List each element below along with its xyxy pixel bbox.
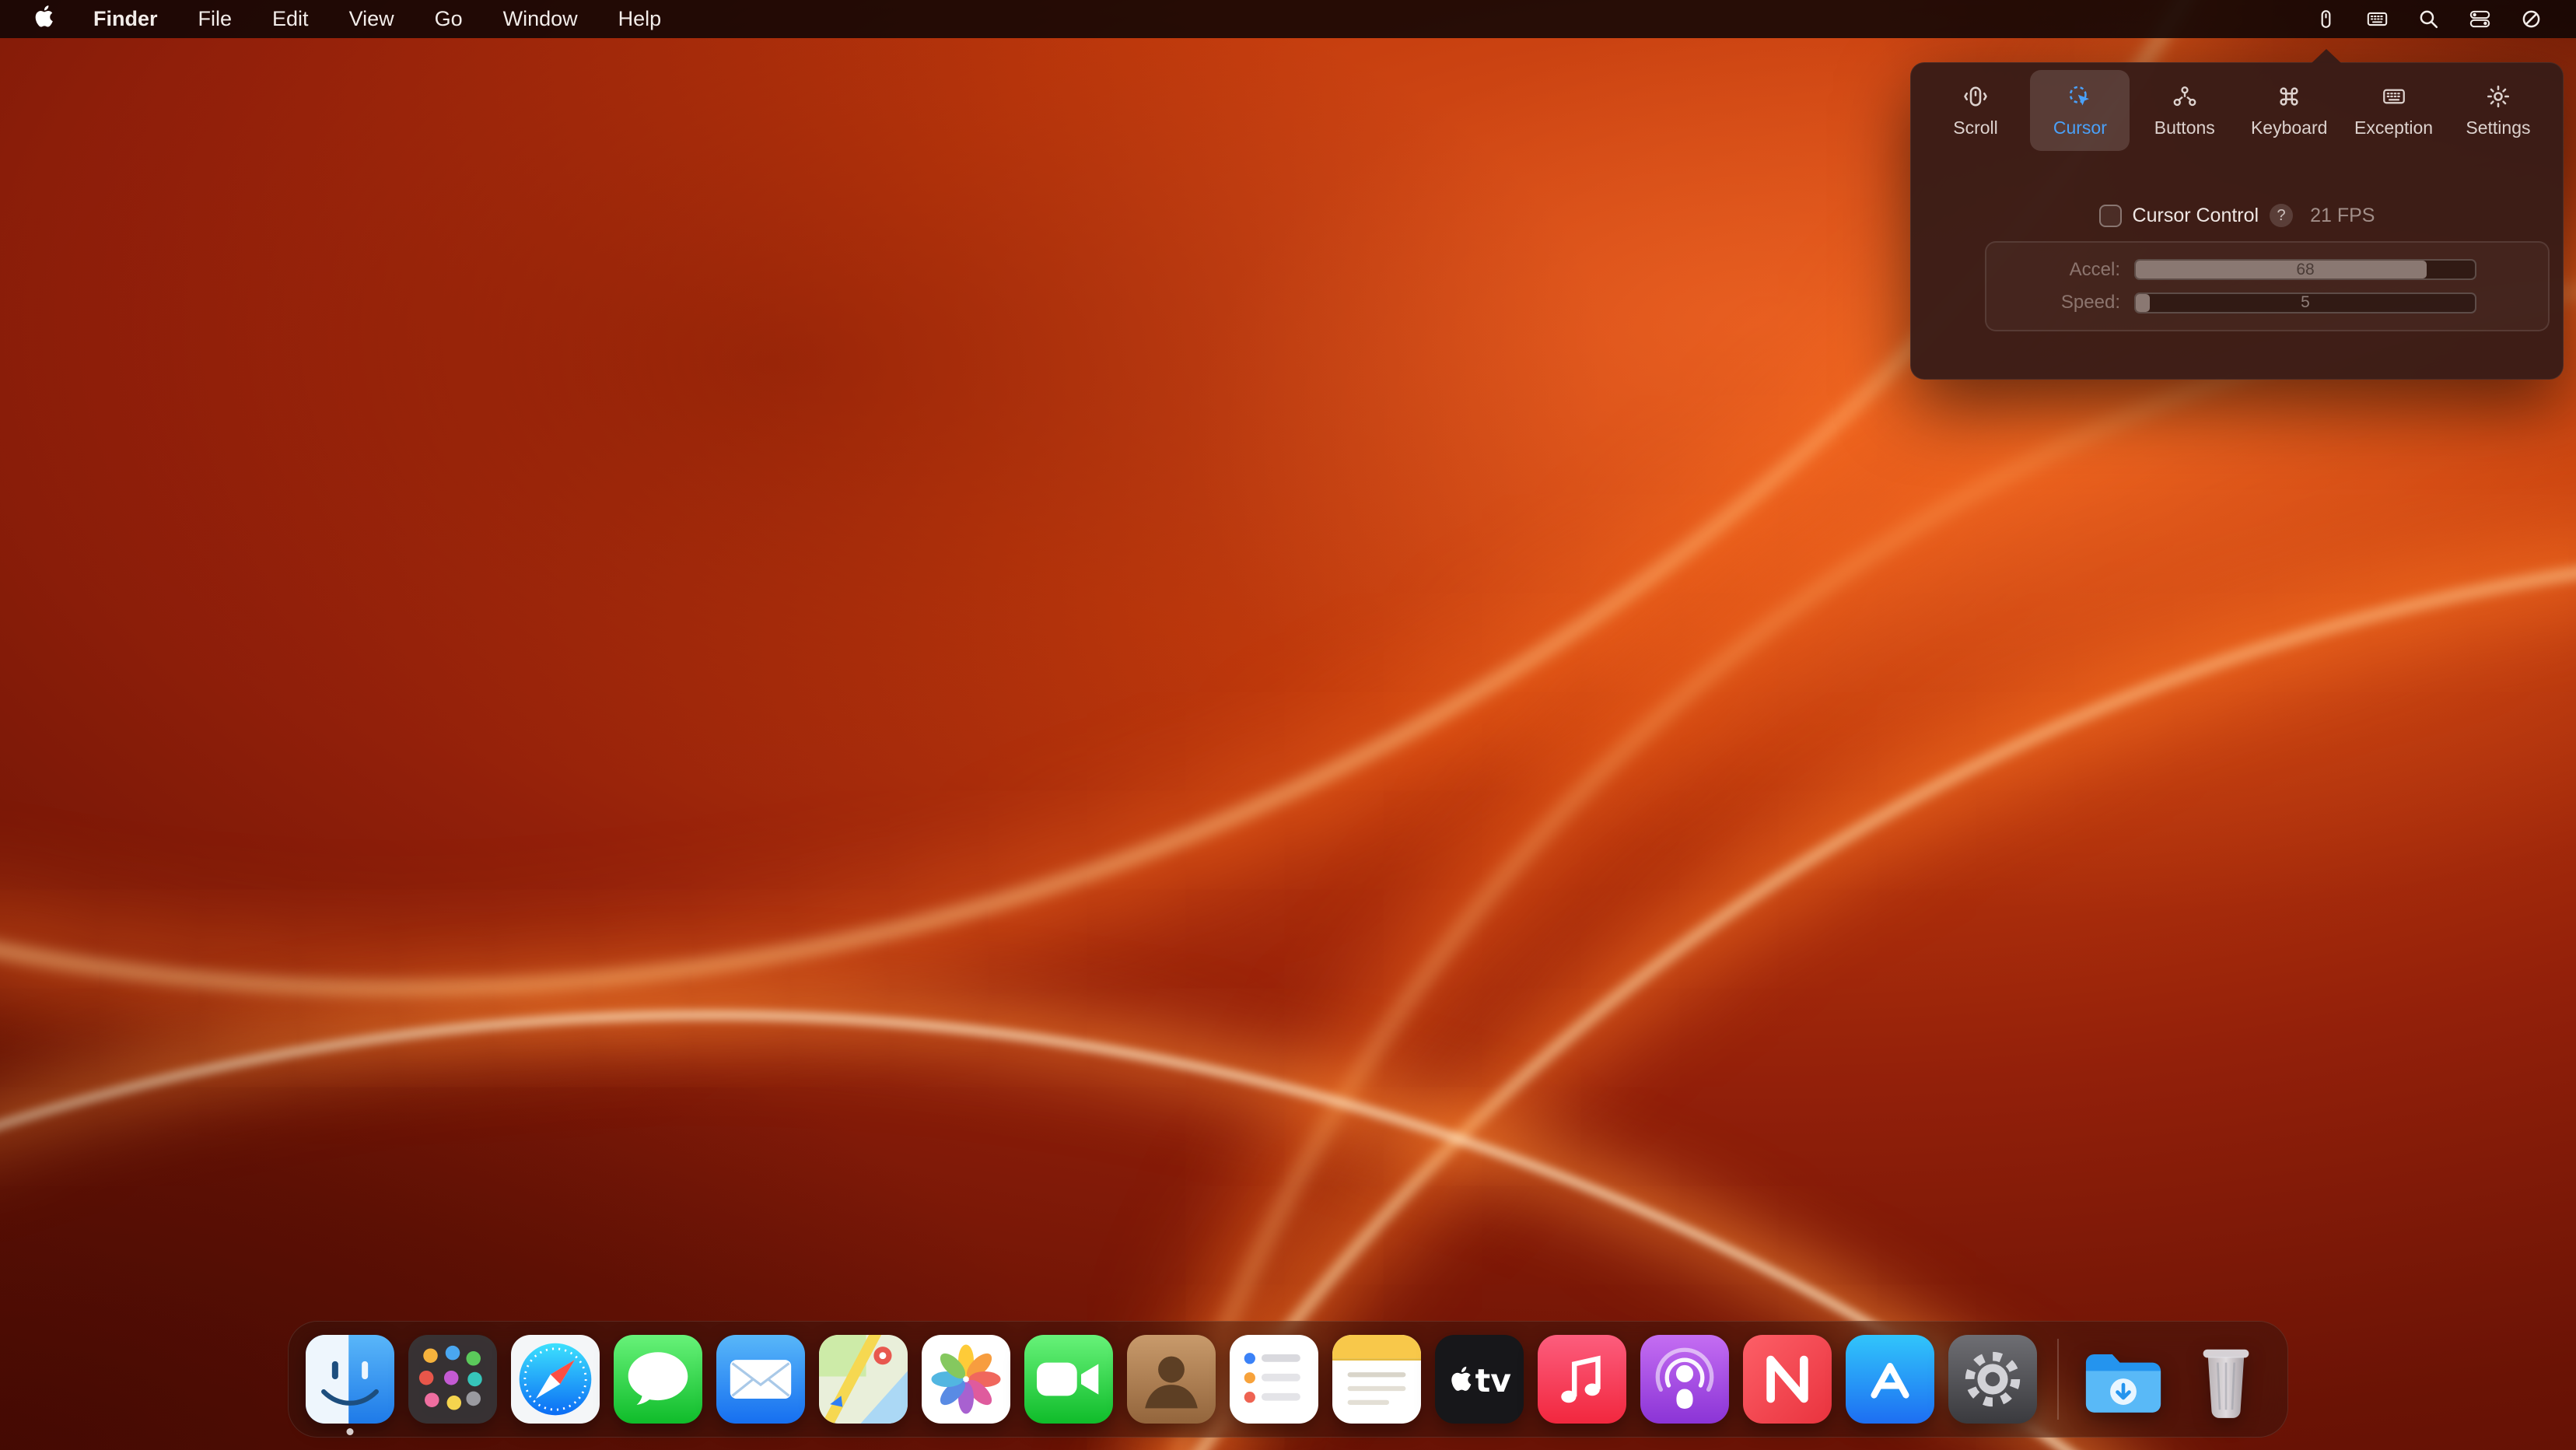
tab-scroll[interactable]: Scroll: [1926, 70, 2025, 151]
slider-label-accel: Accel:: [1986, 259, 2134, 281]
control-center-icon[interactable]: [2458, 0, 2501, 38]
dock-item-tv[interactable]: tv: [1433, 1333, 1525, 1425]
tab-buttons[interactable]: Buttons: [2135, 70, 2235, 151]
apple-menu[interactable]: [23, 0, 67, 38]
tab-exception[interactable]: Exception: [2344, 70, 2444, 151]
dock-item-messages[interactable]: [612, 1333, 704, 1425]
cursor-control-checkbox[interactable]: [2099, 205, 2122, 227]
tab-label: Scroll: [1953, 117, 1998, 138]
dock-item-trash[interactable]: [2180, 1333, 2272, 1425]
dock-item-photos[interactable]: [920, 1333, 1012, 1425]
dock-item-news[interactable]: [1741, 1333, 1833, 1425]
dock: tv: [288, 1321, 2288, 1438]
menu-items: FinderFileEditViewGoWindowHelp: [73, 0, 681, 38]
help-icon[interactable]: ?: [2270, 204, 2293, 227]
menu-bar: FinderFileEditViewGoWindowHelp: [0, 0, 2576, 38]
keyboard-status-icon[interactable]: [2355, 0, 2399, 38]
tab-label: Keyboard: [2251, 117, 2327, 138]
dock-item-contacts[interactable]: [1125, 1333, 1217, 1425]
cursor-control-row: Cursor Control ? 21 FPS: [1910, 204, 2564, 227]
slider-value: 68: [2134, 259, 2476, 280]
dock-separator: [2057, 1339, 2059, 1420]
scroll-icon: [1962, 82, 1990, 110]
tab-settings[interactable]: Settings: [2448, 70, 2548, 151]
apple-logo-icon: [32, 3, 58, 35]
dock-item-maps[interactable]: [817, 1333, 909, 1425]
menu-item-finder[interactable]: Finder: [73, 0, 178, 38]
slider-label-speed: Speed:: [1986, 292, 2134, 313]
cursor-control-label: Cursor Control: [2133, 205, 2259, 227]
focus-icon[interactable]: [2509, 0, 2553, 38]
running-indicator: [347, 1428, 354, 1435]
svg-text:tv: tv: [1475, 1362, 1512, 1399]
cursor-icon: [2066, 82, 2094, 110]
slider-group: Accel:68Speed:5: [1985, 241, 2550, 331]
tab-label: Buttons: [2154, 117, 2215, 138]
speed-slider[interactable]: 5: [2134, 292, 2476, 313]
mouse-status-icon[interactable]: [2304, 0, 2347, 38]
dock-item-system-settings[interactable]: [1947, 1333, 2039, 1425]
menu-status-icons: [2304, 0, 2553, 38]
dock-items: tv: [304, 1333, 2272, 1425]
tab-cursor[interactable]: Cursor: [2030, 70, 2130, 151]
keyboard-icon: [2275, 82, 2303, 110]
dock-item-safari[interactable]: [509, 1333, 601, 1425]
dock-item-music[interactable]: [1536, 1333, 1628, 1425]
dock-item-launchpad[interactable]: [407, 1333, 499, 1425]
popover-tabs: Scroll Cursor Buttons Keyboard Exception Sett…: [1910, 62, 2564, 151]
menu-item-edit[interactable]: Edit: [252, 0, 329, 38]
fps-readout: 21 FPS: [2310, 205, 2375, 227]
exception-icon: [2380, 82, 2408, 110]
mouse-utility-popover: Scroll Cursor Buttons Keyboard Exception Sett…: [1910, 62, 2564, 380]
dock-item-podcasts[interactable]: [1639, 1333, 1731, 1425]
tab-label: Cursor: [2053, 117, 2107, 138]
menu-item-window[interactable]: Window: [483, 0, 598, 38]
settings-icon: [2484, 82, 2512, 110]
menu-item-help[interactable]: Help: [598, 0, 682, 38]
slider-row-speed: Speed:5: [1986, 292, 2548, 313]
buttons-icon: [2171, 82, 2199, 110]
menu-item-view[interactable]: View: [329, 0, 415, 38]
tab-label: Settings: [2466, 117, 2530, 138]
tab-label: Exception: [2354, 117, 2433, 138]
dock-item-mail[interactable]: [715, 1333, 807, 1425]
tab-keyboard[interactable]: Keyboard: [2239, 70, 2339, 151]
slider-value: 5: [2134, 292, 2476, 313]
menu-item-go[interactable]: Go: [415, 0, 483, 38]
dock-item-notes[interactable]: [1331, 1333, 1423, 1425]
dock-item-facetime[interactable]: [1023, 1333, 1115, 1425]
spotlight-icon[interactable]: [2406, 0, 2450, 38]
accel-slider[interactable]: 68: [2134, 259, 2476, 280]
dock-item-reminders[interactable]: [1228, 1333, 1320, 1425]
popover-arrow: [2312, 49, 2341, 63]
slider-row-accel: Accel:68: [1986, 259, 2548, 281]
dock-item-downloads[interactable]: [2077, 1333, 2169, 1425]
dock-item-app-store[interactable]: [1844, 1333, 1936, 1425]
dock-item-finder[interactable]: [304, 1333, 396, 1425]
menu-item-file[interactable]: File: [178, 0, 253, 38]
